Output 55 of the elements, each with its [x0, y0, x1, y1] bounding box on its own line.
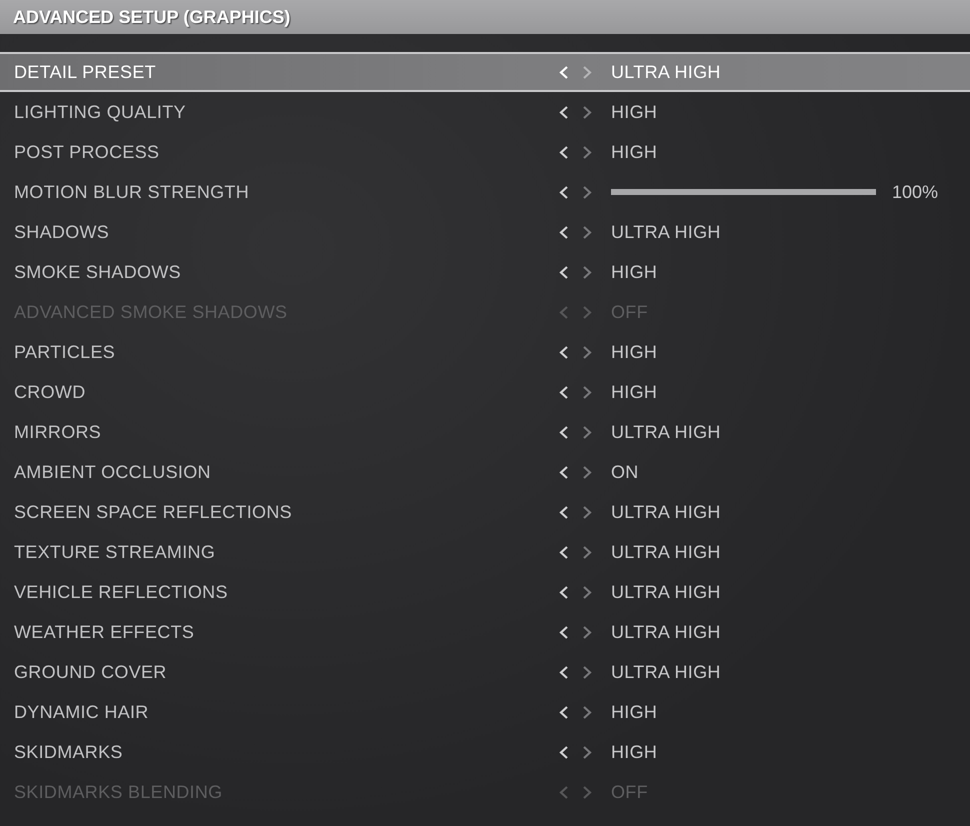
- setting-value: ULTRA HIGH: [610, 583, 721, 601]
- setting-value: HIGH: [610, 103, 658, 121]
- slider-track[interactable]: [611, 189, 876, 195]
- chevron-right-icon[interactable]: [583, 746, 592, 758]
- chevron-right-icon[interactable]: [583, 546, 592, 558]
- setting-value: ULTRA HIGH: [610, 223, 721, 241]
- setting-label[interactable]: SCREEN SPACE REFLECTIONS: [0, 503, 559, 521]
- chevron-right-icon[interactable]: [583, 66, 592, 78]
- selected-row-highlight[interactable]: DETAIL PRESET ULTRA HIGH: [0, 52, 970, 92]
- chevron-right-icon[interactable]: [583, 586, 592, 598]
- setting-value: OFF: [610, 783, 648, 801]
- chevron-right-icon[interactable]: [583, 626, 592, 638]
- setting-value: ULTRA HIGH: [610, 63, 721, 81]
- setting-label[interactable]: GROUND COVER: [0, 663, 559, 681]
- setting-value: HIGH: [610, 343, 658, 361]
- setting-label[interactable]: LIGHTING QUALITY: [0, 103, 559, 121]
- setting-label[interactable]: CROWD: [0, 383, 559, 401]
- chevron-right-icon[interactable]: [583, 506, 592, 518]
- setting-label: DETAIL PRESET: [13, 63, 157, 81]
- setting-label[interactable]: PARTICLES: [0, 343, 559, 361]
- setting-value: ON: [610, 463, 639, 481]
- setting-label[interactable]: WEATHER EFFECTS: [0, 623, 559, 641]
- setting-label[interactable]: VEHICLE REFLECTIONS: [0, 583, 559, 601]
- chevron-right-icon[interactable]: [583, 466, 592, 478]
- chevron-right-icon[interactable]: [583, 146, 592, 158]
- setting-value: HIGH: [610, 383, 658, 401]
- setting-label[interactable]: SMOKE SHADOWS: [0, 263, 559, 281]
- setting-value: ULTRA HIGH: [610, 543, 721, 561]
- chevron-right-icon[interactable]: [583, 386, 592, 398]
- setting-value: ULTRA HIGH: [610, 503, 721, 521]
- setting-label[interactable]: AMBIENT OCCLUSION: [0, 463, 559, 481]
- setting-value: HIGH: [610, 143, 658, 161]
- setting-value: ULTRA HIGH: [610, 663, 721, 681]
- chevron-right-icon[interactable]: [583, 346, 592, 358]
- chevron-right-icon[interactable]: [583, 186, 592, 198]
- setting-value: ULTRA HIGH: [610, 423, 721, 441]
- window-title: ADVANCED SETUP (GRAPHICS): [13, 8, 290, 26]
- chevron-right-icon[interactable]: [583, 226, 592, 238]
- setting-value: HIGH: [610, 263, 658, 281]
- chevron-right-icon[interactable]: [583, 426, 592, 438]
- chevron-right-icon[interactable]: [583, 666, 592, 678]
- setting-value: ULTRA HIGH: [610, 623, 721, 641]
- chevron-right-icon[interactable]: [583, 106, 592, 118]
- setting-label[interactable]: TEXTURE STREAMING: [0, 543, 559, 561]
- setting-label[interactable]: MIRRORS: [0, 423, 559, 441]
- setting-value: HIGH: [610, 703, 658, 721]
- chevron-right-icon[interactable]: [583, 706, 592, 718]
- slider-reading: 100%: [892, 183, 938, 201]
- setting-label[interactable]: POST PROCESS: [0, 143, 559, 161]
- setting-label[interactable]: SKIDMARKS: [0, 743, 559, 761]
- setting-label[interactable]: DYNAMIC HAIR: [0, 703, 559, 721]
- setting-value: HIGH: [610, 743, 658, 761]
- setting-label[interactable]: SHADOWS: [0, 223, 559, 241]
- chevron-right-icon[interactable]: [583, 266, 592, 278]
- setting-label[interactable]: MOTION BLUR STRENGTH: [0, 183, 559, 201]
